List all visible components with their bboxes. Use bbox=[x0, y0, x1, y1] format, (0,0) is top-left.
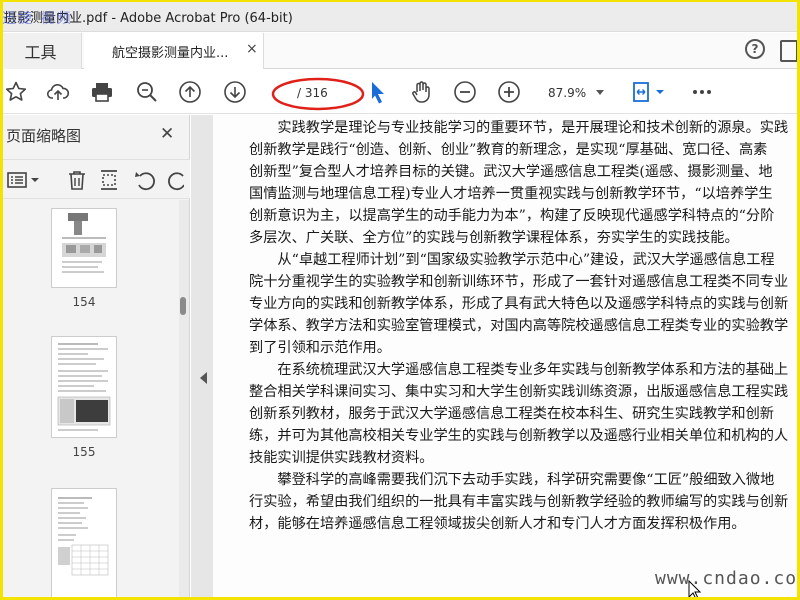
document-line: 创新型”复合型人才培养目标的关键。武汉大学遥感信息工程类(遥感、摄影测量、地 bbox=[249, 164, 773, 180]
document-line: 专业方向的实践和创新教学体系，形成了具有武大特色以及遥感学科特点的实践与创新 bbox=[249, 296, 789, 312]
tab-document-label: 航空摄影测量内业... bbox=[112, 46, 229, 61]
print-icon[interactable] bbox=[90, 80, 114, 104]
more-icon[interactable] bbox=[690, 80, 714, 104]
thumbnail-panel: 页面缩略图 ✕ 154 155 bbox=[0, 115, 190, 600]
document-line: 整合相关学科课间实习、集中实习和大学生创新实践训练资源，出版遥感信息工程实践 bbox=[249, 384, 789, 400]
delete-icon[interactable] bbox=[65, 168, 89, 192]
document-line: 创新意识为主，以提高学生的动手能力为本”，构建了反映现代遥感学科特点的“分阶 bbox=[249, 208, 775, 224]
thumbnail-options-icon[interactable] bbox=[6, 168, 42, 192]
document-line: 技能实训提供实践教材资料。 bbox=[249, 450, 434, 466]
document-line: 创新系列教材，服务于武汉大学遥感信息工程类在校本科生、研究生实践教学和创新 bbox=[249, 406, 774, 422]
document-line: 创新教学是践行“创造、创新、创业”教育的新理念，是实现“厚基础、宽口径、高素 bbox=[249, 142, 768, 158]
chevron-down-icon bbox=[596, 90, 604, 95]
page-thumbnail[interactable] bbox=[51, 208, 117, 288]
scrollbar-thumb[interactable] bbox=[180, 297, 186, 315]
star-icon[interactable] bbox=[4, 80, 28, 104]
document-line: 多层次、广关联、全方位”的实践与创新教学课程体系，夯实学生的实践技能。 bbox=[249, 230, 739, 246]
panel-toolbar bbox=[0, 159, 190, 199]
select-arrow-icon[interactable] bbox=[366, 80, 390, 104]
zoom-level-value: 87.9% bbox=[548, 86, 587, 100]
zoom-in-icon[interactable] bbox=[497, 80, 521, 104]
page-thumbnail[interactable] bbox=[51, 488, 117, 598]
next-page-icon[interactable] bbox=[223, 80, 247, 104]
insert-pages-icon[interactable] bbox=[97, 168, 121, 192]
document-line: 实践教学是理论与专业技能学习的重要环节，是开展理论和技术创新的源泉。实践 bbox=[249, 120, 789, 136]
title-bar: 迅捷 视频 摄影测量内业.pdf - Adobe Acrobat Pro (64… bbox=[0, 0, 800, 32]
document-line: 到了引领和示范作用。 bbox=[249, 340, 391, 356]
document-line: 攀登科学的高峰需要我们沉下去动手实践，科学研究需要像“工匠”般细致入微地 bbox=[249, 472, 775, 488]
document-line: 院十分重视学生的实验教学和创新训练环节，形成了一套针对遥感信息工程类不同专业 bbox=[249, 274, 789, 290]
red-annotation-ellipse bbox=[271, 77, 365, 111]
collapse-panel-icon[interactable] bbox=[200, 372, 207, 384]
rotate-right-icon[interactable] bbox=[166, 168, 184, 192]
help-icon[interactable]: ? bbox=[745, 39, 765, 59]
site-watermark: www.cndao.com bbox=[655, 568, 800, 589]
document-line: 在系统梳理武汉大学遥感信息工程类专业多年实践与创新教学体系和方法的基础上 bbox=[249, 362, 789, 378]
document-line: 学体系、教学方法和实验室管理模式，对国内高等院校遥感信息工程类专业的实验教学 bbox=[249, 318, 789, 334]
document-line: 国情监测与地理信息工程)专业人才培养一贯重视实践与创新教学环节，“以培养学生 bbox=[249, 186, 773, 202]
panel-title: 页面缩略图 bbox=[6, 127, 82, 145]
main-toolbar: / 316 87.9% bbox=[0, 70, 800, 114]
recorder-watermark: 迅捷 视频 bbox=[2, 11, 73, 27]
sign-in-icon[interactable] bbox=[778, 39, 800, 63]
tab-document[interactable]: 航空摄影测量内业... × bbox=[84, 33, 264, 69]
document-line: 材，能够在培养遥感信息工程领域拔尖创新人才和专门人才方面发挥积极作用。 bbox=[249, 516, 746, 532]
document-view[interactable]: 实践教学是理论与专业技能学习的重要环节，是开展理论和技术创新的源泉。实践 创新教学… bbox=[213, 115, 797, 600]
document-line: 练，并可为其他高校相关专业学生的实践与创新教学以及遥感行业相关单位和机构的人 bbox=[249, 428, 789, 444]
mouse-cursor-icon bbox=[688, 580, 702, 600]
document-text: 实践教学是理论与专业技能学习的重要环节，是开展理论和技术创新的源泉。实践 创新教学… bbox=[249, 117, 797, 535]
upload-icon[interactable] bbox=[46, 80, 70, 104]
thumbnail-page-number: 154 bbox=[72, 295, 96, 309]
prev-page-icon[interactable] bbox=[178, 80, 202, 104]
document-line: 从“卓越工程师计划”到“国家级实验教学示范中心”建设，武汉大学遥感信息工程 bbox=[249, 252, 775, 268]
thumbnail-page-number: 155 bbox=[72, 445, 96, 459]
panel-splitter[interactable] bbox=[191, 115, 213, 600]
zoom-out-icon[interactable] bbox=[453, 80, 477, 104]
close-tab-icon[interactable]: × bbox=[246, 41, 258, 57]
close-panel-icon[interactable]: ✕ bbox=[160, 124, 174, 144]
fit-page-icon[interactable] bbox=[632, 80, 666, 104]
tab-tools[interactable]: 工具 bbox=[0, 33, 82, 69]
tab-bar: 工具 航空摄影测量内业... × ? bbox=[0, 33, 800, 69]
thumbnail-list: 154 155 bbox=[0, 200, 180, 600]
zoom-level-select[interactable]: 87.9% bbox=[538, 82, 610, 104]
document-line: 行实验，希望由我们组织的一批具有丰富实践与创新教学经验的教师编写的实践与创新 bbox=[249, 494, 789, 510]
hand-icon[interactable] bbox=[409, 80, 433, 104]
thumbnail-scrollbar[interactable] bbox=[179, 200, 189, 600]
page-thumbnail[interactable] bbox=[51, 336, 117, 438]
rotate-left-icon[interactable] bbox=[133, 168, 157, 192]
zoom-search-icon[interactable] bbox=[135, 80, 159, 104]
